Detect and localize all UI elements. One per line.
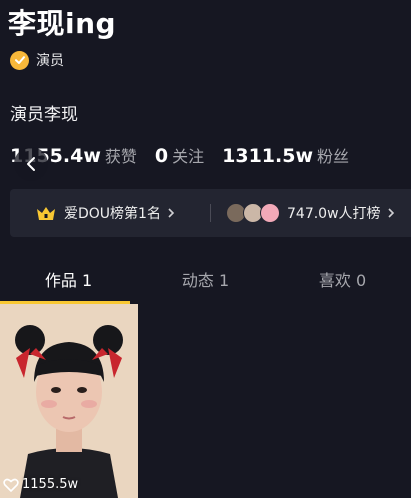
video-cover-image [0, 304, 138, 498]
heart-outline-icon [3, 478, 19, 492]
verified-check-icon [10, 50, 29, 70]
dou-rank-text: 爱DOU榜第1名 [64, 206, 161, 222]
back-arrow-icon [27, 157, 35, 171]
supporters-text: 747.0w人打榜 [287, 206, 381, 222]
followers-count[interactable]: 1311.5w [222, 145, 313, 167]
rank-divider [210, 204, 211, 222]
tab-works[interactable]: 作品 1 [0, 262, 137, 302]
verification-row: 演员 [10, 50, 64, 70]
dou-rank-link[interactable]: 爱DOU榜第1名 [36, 189, 175, 237]
supporter-avatar [260, 203, 280, 223]
following-count[interactable]: 0 [155, 145, 168, 167]
video-likes-badge: 1155.5w [3, 477, 78, 492]
video-thumbnail[interactable]: 1155.5w [0, 304, 138, 498]
tab-dynamics[interactable]: 动态 1 [137, 262, 274, 302]
rank-bar: 爱DOU榜第1名 747.0w人打榜 [10, 189, 411, 237]
followers-label[interactable]: 粉丝 [317, 143, 349, 167]
following-label[interactable]: 关注 [172, 143, 204, 167]
profile-tabs: 作品 1 动态 1 喜欢 0 [0, 262, 411, 304]
chevron-right-icon [387, 208, 394, 218]
tab-likes[interactable]: 喜欢 0 [274, 262, 411, 302]
likes-label: 获赞 [104, 147, 137, 166]
chevron-right-icon [168, 208, 175, 218]
profile-stats: 1155.4w 获赞 0 关注 1311.5w 粉丝 [10, 143, 367, 167]
crown-icon [37, 207, 55, 220]
video-likes-count: 1155.5w [22, 477, 79, 492]
supporter-avatars [226, 203, 280, 223]
profile-bio: 演员李现 [10, 105, 78, 125]
verification-label: 演员 [36, 53, 64, 69]
supporters-link[interactable]: 747.0w人打榜 [226, 189, 395, 237]
profile-name: 李现ing [8, 7, 117, 40]
back-button[interactable] [14, 147, 48, 181]
